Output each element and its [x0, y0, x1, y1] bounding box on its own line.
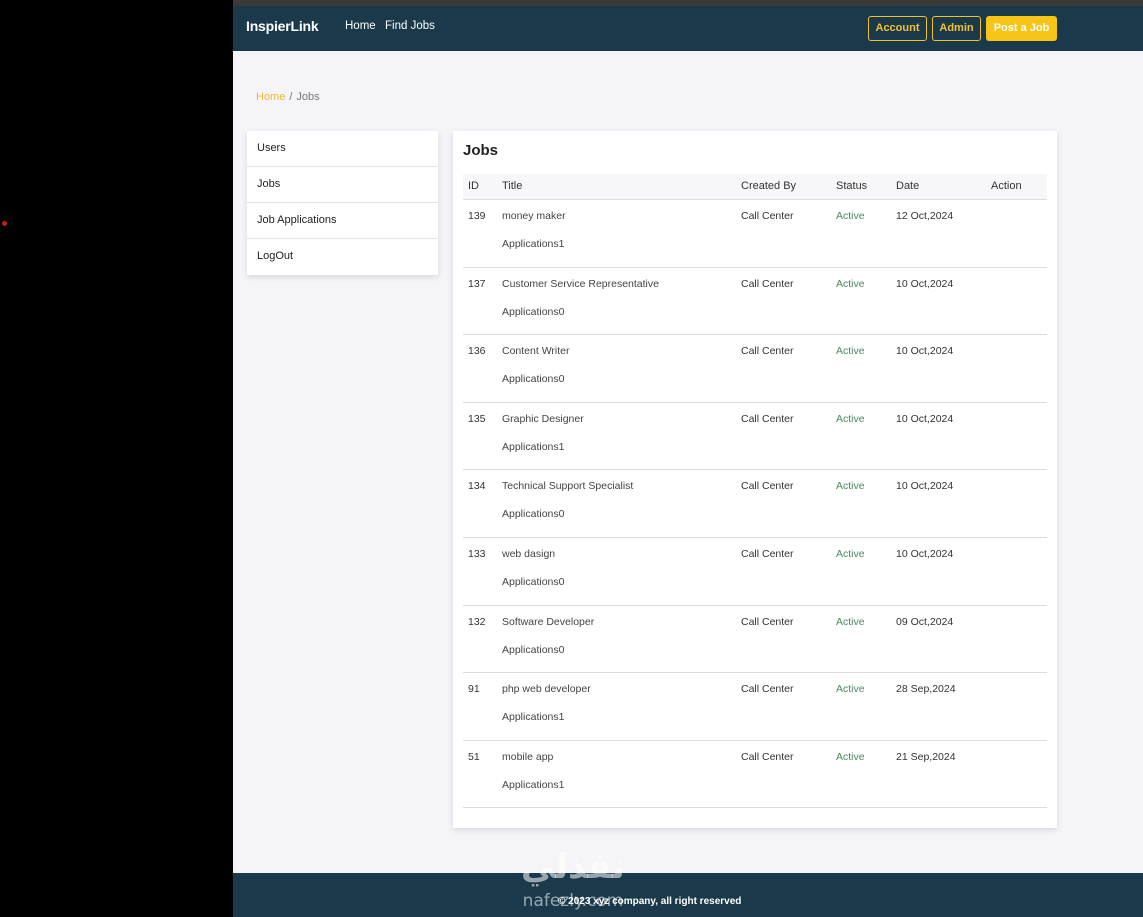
sidebar-item-users[interactable]: Users: [247, 131, 438, 167]
job-applications-count[interactable]: Applications1: [502, 441, 564, 453]
job-created-by: Call Center: [741, 480, 794, 493]
job-created-by: Call Center: [741, 547, 794, 560]
job-date: 10 Oct,2024: [896, 547, 954, 560]
job-id: 51: [468, 750, 480, 763]
job-id: 134: [468, 480, 486, 493]
job-created-by: Call Center: [741, 412, 794, 425]
job-date: 09 Oct,2024: [896, 615, 954, 628]
table-row: 139 money maker Applications1 Call Cente…: [463, 200, 1047, 268]
job-status: Active: [836, 277, 865, 290]
job-status: Active: [836, 683, 865, 696]
footer-copyright: © 2023 xyz company, all right reserved: [558, 896, 742, 907]
jobs-card: Jobs ID Title Created By Status Date Act…: [453, 131, 1057, 828]
job-applications-count[interactable]: Applications0: [502, 306, 564, 318]
job-title[interactable]: Technical Support Specialist: [502, 480, 633, 492]
job-title[interactable]: Customer Service Representative: [502, 278, 659, 290]
job-applications-count[interactable]: Applications0: [502, 644, 564, 656]
admin-button[interactable]: Admin: [932, 16, 981, 41]
job-created-by: Call Center: [741, 750, 794, 763]
column-header-id: ID: [468, 180, 479, 192]
table-row: 51 mobile app Applications1 Call Center …: [463, 741, 1047, 809]
job-date: 12 Oct,2024: [896, 210, 954, 222]
app-window: InspierLink Home Find Jobs Account Admin…: [233, 0, 1143, 917]
breadcrumb-separator: /: [289, 91, 293, 103]
job-created-by: Call Center: [741, 345, 794, 358]
navbar: InspierLink Home Find Jobs Account Admin…: [233, 6, 1143, 51]
sidebar-item-job-applications[interactable]: Job Applications: [247, 203, 438, 239]
job-created-by: Call Center: [741, 277, 794, 290]
column-header-title: Title: [502, 180, 523, 192]
job-id: 136: [468, 345, 486, 358]
breadcrumb-current: Jobs: [296, 91, 320, 103]
sidebar-menu: Users Jobs Job Applications LogOut: [247, 131, 438, 275]
job-status: Active: [836, 412, 865, 425]
nav-home-link[interactable]: Home: [345, 20, 376, 32]
brand-logo[interactable]: InspierLink: [246, 18, 319, 34]
job-id: 137: [468, 277, 486, 290]
footer: © 2023 xyz company, all right reserved: [233, 873, 1143, 917]
sidebar-item-logout[interactable]: LogOut: [247, 239, 438, 275]
table-row: 134 Technical Support Specialist Applica…: [463, 470, 1047, 538]
table-row: 133 web dasign Applications0 Call Center…: [463, 538, 1047, 606]
job-status: Active: [836, 750, 865, 763]
job-status: Active: [836, 345, 865, 358]
job-title[interactable]: money maker: [502, 210, 566, 222]
account-button[interactable]: Account: [868, 16, 927, 41]
job-created-by: Call Center: [741, 683, 794, 696]
column-header-created-by: Created By: [741, 180, 797, 192]
job-date: 10 Oct,2024: [896, 277, 954, 290]
job-title[interactable]: Graphic Designer: [502, 413, 584, 425]
table-row: 135 Graphic Designer Applications1 Call …: [463, 403, 1047, 471]
job-date: 21 Sep,2024: [896, 750, 956, 763]
job-status: Active: [836, 547, 865, 560]
job-applications-count[interactable]: Applications1: [502, 238, 564, 250]
table-row: 136 Content Writer Applications0 Call Ce…: [463, 335, 1047, 403]
jobs-title: Jobs: [463, 142, 499, 159]
post-job-button[interactable]: Post a Job: [986, 16, 1057, 41]
column-header-status: Status: [836, 180, 868, 192]
job-id: 139: [468, 210, 486, 222]
left-black-margin: [0, 0, 233, 917]
job-id: 91: [468, 683, 480, 696]
job-applications-count[interactable]: Applications1: [502, 779, 564, 791]
job-title[interactable]: web dasign: [502, 548, 555, 560]
job-applications-count[interactable]: Applications0: [502, 508, 564, 520]
job-id: 132: [468, 615, 486, 628]
table-row: 137 Customer Service Representative Appl…: [463, 268, 1047, 336]
job-date: 28 Sep,2024: [896, 683, 956, 696]
job-date: 10 Oct,2024: [896, 345, 954, 358]
column-header-action: Action: [991, 180, 1022, 192]
job-title[interactable]: php web developer: [502, 683, 591, 695]
job-id: 135: [468, 412, 486, 425]
red-dot: [2, 221, 7, 226]
job-applications-count[interactable]: Applications1: [502, 711, 564, 723]
sidebar-item-jobs[interactable]: Jobs: [247, 167, 438, 203]
job-applications-count[interactable]: Applications0: [502, 373, 564, 385]
column-header-date: Date: [896, 180, 920, 192]
job-title[interactable]: Software Developer: [502, 616, 594, 628]
job-status: Active: [836, 480, 865, 493]
job-title[interactable]: mobile app: [502, 751, 553, 763]
job-id: 133: [468, 547, 486, 560]
job-status: Active: [836, 210, 865, 222]
jobs-table-body: 139 money maker Applications1 Call Cente…: [463, 200, 1047, 809]
job-title[interactable]: Content Writer: [502, 345, 570, 357]
table-row: 132 Software Developer Applications0 Cal…: [463, 606, 1047, 674]
job-date: 10 Oct,2024: [896, 412, 954, 425]
job-applications-count[interactable]: Applications0: [502, 576, 564, 588]
job-created-by: Call Center: [741, 210, 794, 222]
nav-find-jobs-link[interactable]: Find Jobs: [385, 20, 435, 32]
breadcrumb: Home / Jobs: [256, 91, 320, 103]
job-date: 10 Oct,2024: [896, 480, 954, 493]
job-status: Active: [836, 615, 865, 628]
table-row: 91 php web developer Applications1 Call …: [463, 673, 1047, 741]
jobs-table-header: ID Title Created By Status Date Action: [463, 174, 1047, 200]
job-created-by: Call Center: [741, 615, 794, 628]
breadcrumb-home-link[interactable]: Home: [256, 91, 285, 103]
